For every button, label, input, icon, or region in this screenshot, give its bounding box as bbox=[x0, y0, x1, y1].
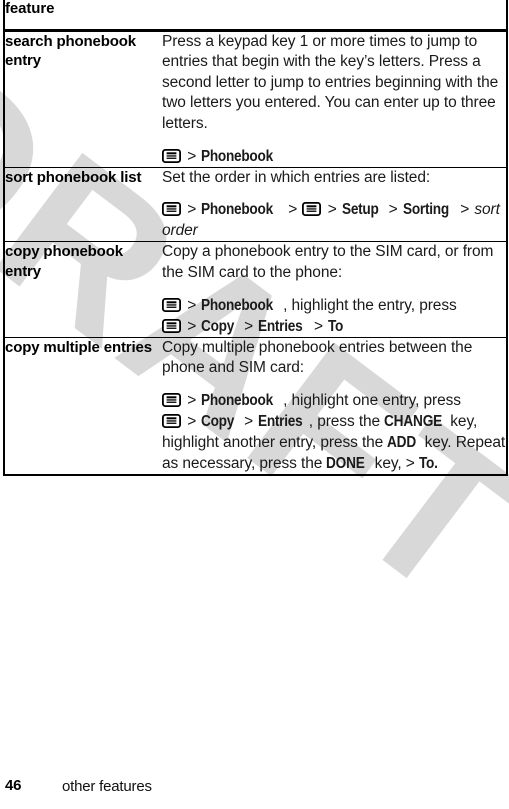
column-header-feature: feature bbox=[3, 0, 162, 32]
table-header-row: feature bbox=[3, 0, 508, 32]
path-separator: > bbox=[314, 317, 323, 335]
feature-name-label: search phonebook entry bbox=[5, 32, 136, 70]
path-item-phonebook: Phonebook bbox=[201, 296, 274, 314]
path-item-copy: Copy bbox=[201, 317, 235, 335]
path-item-phonebook: Phonebook bbox=[201, 147, 274, 165]
description-text: Press a keypad key 1 or more times to ju… bbox=[162, 32, 499, 132]
path-item-copy: Copy bbox=[201, 413, 235, 431]
table-head: feature bbox=[3, 0, 508, 32]
path-inline-text: key, bbox=[450, 413, 478, 431]
page-number: 46 bbox=[5, 777, 22, 794]
path-item-to: To. bbox=[418, 455, 438, 473]
table-row: sort phonebook list Set the order in whi… bbox=[3, 167, 508, 243]
path-item-phonebook: Phonebook bbox=[201, 201, 274, 219]
menu-key-icon bbox=[302, 202, 322, 217]
menu-key-icon bbox=[162, 318, 181, 333]
path-item-entries: Entries bbox=[258, 413, 303, 431]
path-separator: > bbox=[187, 201, 197, 219]
path-inline-text: highlight another entry, press the bbox=[162, 434, 384, 452]
feature-name-cell: copy phonebook entry bbox=[3, 241, 162, 338]
path-inline-text: , highlight one entry, press bbox=[283, 391, 461, 409]
path-separator: > bbox=[288, 201, 298, 219]
table-body: search phonebook entry Press a keypad ke… bbox=[3, 30, 508, 477]
path-separator: > bbox=[244, 317, 254, 335]
path-inline-text: key, > bbox=[374, 455, 415, 473]
path-inline-text: , press the bbox=[308, 413, 381, 431]
feature-description-cell: Press a keypad key 1 or more times to ju… bbox=[162, 30, 508, 168]
softkey-change: CHANGE bbox=[384, 413, 443, 431]
path-inline-text: , highlight the entry, press bbox=[283, 296, 457, 314]
softkey-done: DONE bbox=[326, 455, 366, 473]
path-item-phonebook: Phonebook bbox=[201, 391, 274, 409]
menu-key-icon bbox=[162, 297, 181, 312]
menu-path: > Phonebook bbox=[162, 146, 506, 167]
path-separator: > bbox=[244, 413, 254, 431]
menu-path: > Phonebook , highlight the entry, press bbox=[162, 295, 506, 337]
menu-key-icon bbox=[162, 148, 181, 163]
path-separator: > bbox=[187, 296, 197, 314]
description-text: Copy a phonebook entry to the SIM card, … bbox=[162, 243, 494, 281]
description-text: Set the order in which entries are liste… bbox=[162, 168, 431, 186]
feature-name-label: copy multiple entries bbox=[5, 338, 152, 356]
feature-name-label: copy phonebook entry bbox=[5, 243, 123, 280]
path-separator: > bbox=[388, 201, 398, 219]
menu-key-icon bbox=[162, 414, 181, 429]
feature-description-cell: Copy a phonebook entry to the SIM card, … bbox=[162, 241, 508, 338]
page-footer: 46 other features bbox=[0, 777, 509, 801]
table-row: copy multiple entries Copy multiple phon… bbox=[3, 337, 508, 477]
footer-section-title: other features bbox=[62, 778, 152, 795]
manual-page: feature search phonebook entry Press a k… bbox=[0, 0, 509, 809]
table-row: copy phonebook entry Copy a phonebook en… bbox=[3, 241, 508, 338]
path-separator: > bbox=[327, 201, 337, 219]
feature-name-cell: sort phonebook list bbox=[3, 167, 162, 243]
path-separator: > bbox=[460, 201, 470, 219]
menu-key-icon bbox=[162, 202, 181, 217]
path-item-setup: Setup bbox=[341, 201, 379, 219]
feature-name-cell: search phonebook entry bbox=[3, 30, 162, 168]
description-text: Copy multiple phonebook entries between … bbox=[162, 338, 473, 377]
path-item-sorting: Sorting bbox=[402, 201, 449, 219]
feature-description-cell: Set the order in which entries are liste… bbox=[162, 167, 508, 243]
path-separator: > bbox=[187, 413, 197, 431]
menu-path: > Phonebook > > Setup > Sorting > sort o… bbox=[162, 199, 506, 241]
feature-name-label: sort phonebook list bbox=[5, 168, 142, 186]
path-separator: > bbox=[187, 317, 197, 335]
feature-name-cell: copy multiple entries bbox=[3, 337, 162, 477]
feature-description-cell: Copy multiple phonebook entries between … bbox=[162, 337, 508, 477]
path-separator: > bbox=[187, 147, 197, 165]
path-item-to: To bbox=[328, 317, 344, 335]
path-item-entries: Entries bbox=[258, 317, 303, 335]
menu-path: > Phonebook , highlight one entry, press bbox=[162, 390, 506, 474]
path-separator: > bbox=[187, 391, 197, 409]
softkey-add: ADD bbox=[387, 434, 417, 452]
menu-key-icon bbox=[162, 392, 181, 407]
table-row: search phonebook entry Press a keypad ke… bbox=[3, 30, 508, 168]
feature-table: feature search phonebook entry Press a k… bbox=[3, 0, 508, 477]
column-header-description bbox=[162, 0, 508, 32]
